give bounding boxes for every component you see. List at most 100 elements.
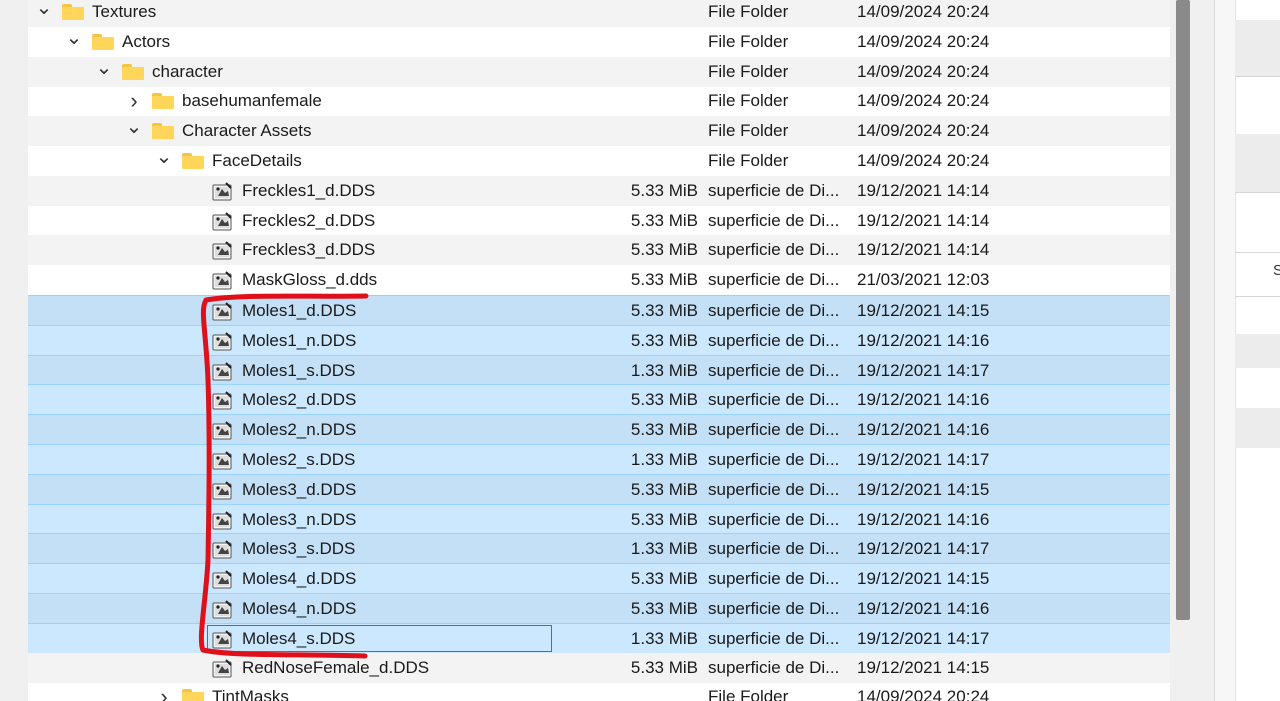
item-date: 14/09/2024 20:24 <box>857 121 990 141</box>
right-pane-divider <box>1235 252 1280 253</box>
item-date: 19/12/2021 14:16 <box>857 509 990 529</box>
item-name: Moles2_n.DDS <box>242 420 357 440</box>
gimp-image-icon <box>212 481 234 500</box>
tree-file-row[interactable]: Moles1_d.DDS 5.33 MiB superficie de Di... 1… <box>28 295 1170 325</box>
right-pane-divider <box>1235 192 1280 193</box>
chevron-down-icon[interactable]: ⌄ <box>64 27 84 57</box>
tree-file-row[interactable]: Moles4_s.DDS 1.33 MiB superficie de Di... 1… <box>28 622 1170 653</box>
tree-file-row[interactable]: Moles2_s.DDS 1.33 MiB superficie de Di... 1… <box>28 444 1170 474</box>
item-size: 5.33 MiB <box>630 270 698 290</box>
tree-file-row[interactable]: Moles1_n.DDS 5.33 MiB superficie de Di... 1… <box>28 324 1170 355</box>
item-size: 1.33 MiB <box>630 539 698 559</box>
item-name: Moles1_s.DDS <box>242 360 356 380</box>
right-pane-gutter <box>1215 0 1236 701</box>
right-pane-label: S <box>1273 262 1280 279</box>
item-date: 19/12/2021 14:16 <box>857 420 990 440</box>
item-size: 1.33 MiB <box>630 450 698 469</box>
item-size: 1.33 MiB <box>630 360 698 380</box>
item-date: 19/12/2021 14:15 <box>857 569 990 589</box>
gimp-image-icon <box>212 271 234 290</box>
tree-file-row[interactable]: Freckles2_d.DDS 5.33 MiB superficie de Di.… <box>28 206 1170 236</box>
tree-file-row[interactable]: Moles1_s.DDS 1.33 MiB superficie de Di... 1… <box>28 354 1170 385</box>
tree-folder-row[interactable]: ⌄ character File Folder 14/09/2024 20:24 <box>28 56 1170 87</box>
item-date: 19/12/2021 14:14 <box>857 240 990 260</box>
gimp-image-icon <box>212 302 234 321</box>
item-name: Character Assets <box>182 121 312 141</box>
item-name: Moles3_d.DDS <box>242 479 357 499</box>
item-size: 1.33 MiB <box>630 628 698 648</box>
tree-file-row[interactable]: RedNoseFemale_d.DDS 5.33 MiB superficie de… <box>28 652 1170 683</box>
tree-file-row[interactable]: Moles2_d.DDS 5.33 MiB superficie de Di... 1… <box>28 384 1170 415</box>
right-pane-band <box>1235 408 1280 448</box>
item-date: 21/03/2021 12:03 <box>857 270 990 290</box>
tree-file-row[interactable]: Moles3_n.DDS 5.33 MiB superficie de Di... 1… <box>28 503 1170 534</box>
tree-folder-row[interactable]: ⌄ Character Assets File Folder 14/09/2024 2… <box>28 116 1170 147</box>
gimp-image-icon <box>212 361 234 381</box>
tree-file-row[interactable]: Freckles1_d.DDS 5.33 MiB superficie de Di.… <box>28 175 1170 206</box>
chevron-right-icon[interactable]: › <box>154 682 174 701</box>
gimp-image-icon <box>212 241 234 260</box>
item-type: superficie de Di... <box>708 657 840 677</box>
tree-file-row[interactable]: Freckles3_d.DDS 5.33 MiB superficie de Di.… <box>28 235 1170 266</box>
item-name: Moles4_n.DDS <box>242 599 357 618</box>
scrollbar-thumb[interactable] <box>1176 0 1190 620</box>
item-type: superficie de Di... <box>708 420 840 440</box>
item-date: 14/09/2024 20:24 <box>857 91 990 111</box>
chevron-down-icon[interactable]: ⌄ <box>124 116 144 146</box>
item-date: 14/09/2024 20:24 <box>857 2 990 21</box>
file-tree: ⌄ Textures File Folder 14/09/2024 20:24 ⌄ Act… <box>28 0 1170 701</box>
gimp-image-icon <box>212 570 234 589</box>
item-size: 5.33 MiB <box>630 599 698 618</box>
item-date: 19/12/2021 14:15 <box>857 479 990 499</box>
chevron-right-icon[interactable]: › <box>124 86 144 116</box>
item-size: 5.33 MiB <box>630 657 698 677</box>
right-pane-band <box>1235 134 1280 192</box>
item-size: 5.33 MiB <box>630 479 698 499</box>
focus-rectangle <box>207 624 552 652</box>
folder-icon <box>152 123 174 140</box>
tree-file-row[interactable]: Moles4_d.DDS 5.33 MiB superficie de Di... 1… <box>28 563 1170 594</box>
item-size: 5.33 MiB <box>630 330 698 350</box>
gimp-image-icon <box>212 332 234 351</box>
tree-folder-row[interactable]: › TintMasks File Folder 14/09/2024 20:24 <box>28 682 1170 701</box>
tree-folder-row[interactable]: ⌄ Textures File Folder 14/09/2024 20:24 <box>28 0 1170 27</box>
tree-file-row[interactable]: MaskGloss_d.dds 5.33 MiB superficie de Di.… <box>28 265 1170 295</box>
item-type: File Folder <box>708 121 789 141</box>
item-name: TintMasks <box>212 687 289 701</box>
item-name: MaskGloss_d.dds <box>242 270 378 290</box>
item-type: superficie de Di... <box>708 479 840 499</box>
item-type: superficie de Di... <box>708 360 840 380</box>
item-name: RedNoseFemale_d.DDS <box>242 657 430 677</box>
item-date: 19/12/2021 14:14 <box>857 210 990 230</box>
item-date: 14/09/2024 20:24 <box>857 61 990 81</box>
tree-file-row[interactable]: Moles4_n.DDS 5.33 MiB superficie de Di... 1… <box>28 593 1170 623</box>
folder-icon <box>92 33 114 50</box>
tree-folder-row[interactable]: ⌄ Actors File Folder 14/09/2024 20:24 <box>28 27 1170 57</box>
item-name: basehumanfemale <box>182 91 322 111</box>
tree-file-row[interactable]: Moles3_s.DDS 1.33 MiB superficie de Di... 1… <box>28 533 1170 564</box>
folder-icon <box>182 153 204 169</box>
item-date: 19/12/2021 14:17 <box>857 539 990 559</box>
tree-file-row[interactable]: Moles2_n.DDS 5.33 MiB superficie de Di... 1… <box>28 414 1170 445</box>
item-type: superficie de Di... <box>708 210 840 230</box>
right-pane-band <box>1235 20 1280 76</box>
chevron-down-icon[interactable]: ⌄ <box>34 0 54 27</box>
folder-icon <box>182 689 204 701</box>
item-name: Moles2_s.DDS <box>242 450 356 469</box>
item-size: 5.33 MiB <box>630 210 698 230</box>
gimp-image-icon <box>212 182 234 201</box>
tree-file-row[interactable]: Moles3_d.DDS 5.33 MiB superficie de Di... 1… <box>28 473 1170 504</box>
item-date: 19/12/2021 14:14 <box>857 180 990 200</box>
tree-folder-row[interactable]: ⌄ FaceDetails File Folder 14/09/2024 20:24 <box>28 146 1170 176</box>
item-date: 14/09/2024 20:24 <box>857 31 990 51</box>
item-type: File Folder <box>708 61 789 81</box>
chevron-down-icon[interactable]: ⌄ <box>94 57 114 87</box>
item-name: Freckles2_d.DDS <box>242 210 376 230</box>
chevron-down-icon[interactable]: ⌄ <box>154 146 174 176</box>
item-size: 5.33 MiB <box>630 569 698 589</box>
item-name: Moles1_n.DDS <box>242 330 357 350</box>
item-size: 5.33 MiB <box>630 301 698 320</box>
tree-folder-row[interactable]: › basehumanfemale File Folder 14/09/2024 20… <box>28 86 1170 116</box>
item-date: 19/12/2021 14:17 <box>857 450 990 469</box>
right-pane-band <box>1235 334 1280 368</box>
